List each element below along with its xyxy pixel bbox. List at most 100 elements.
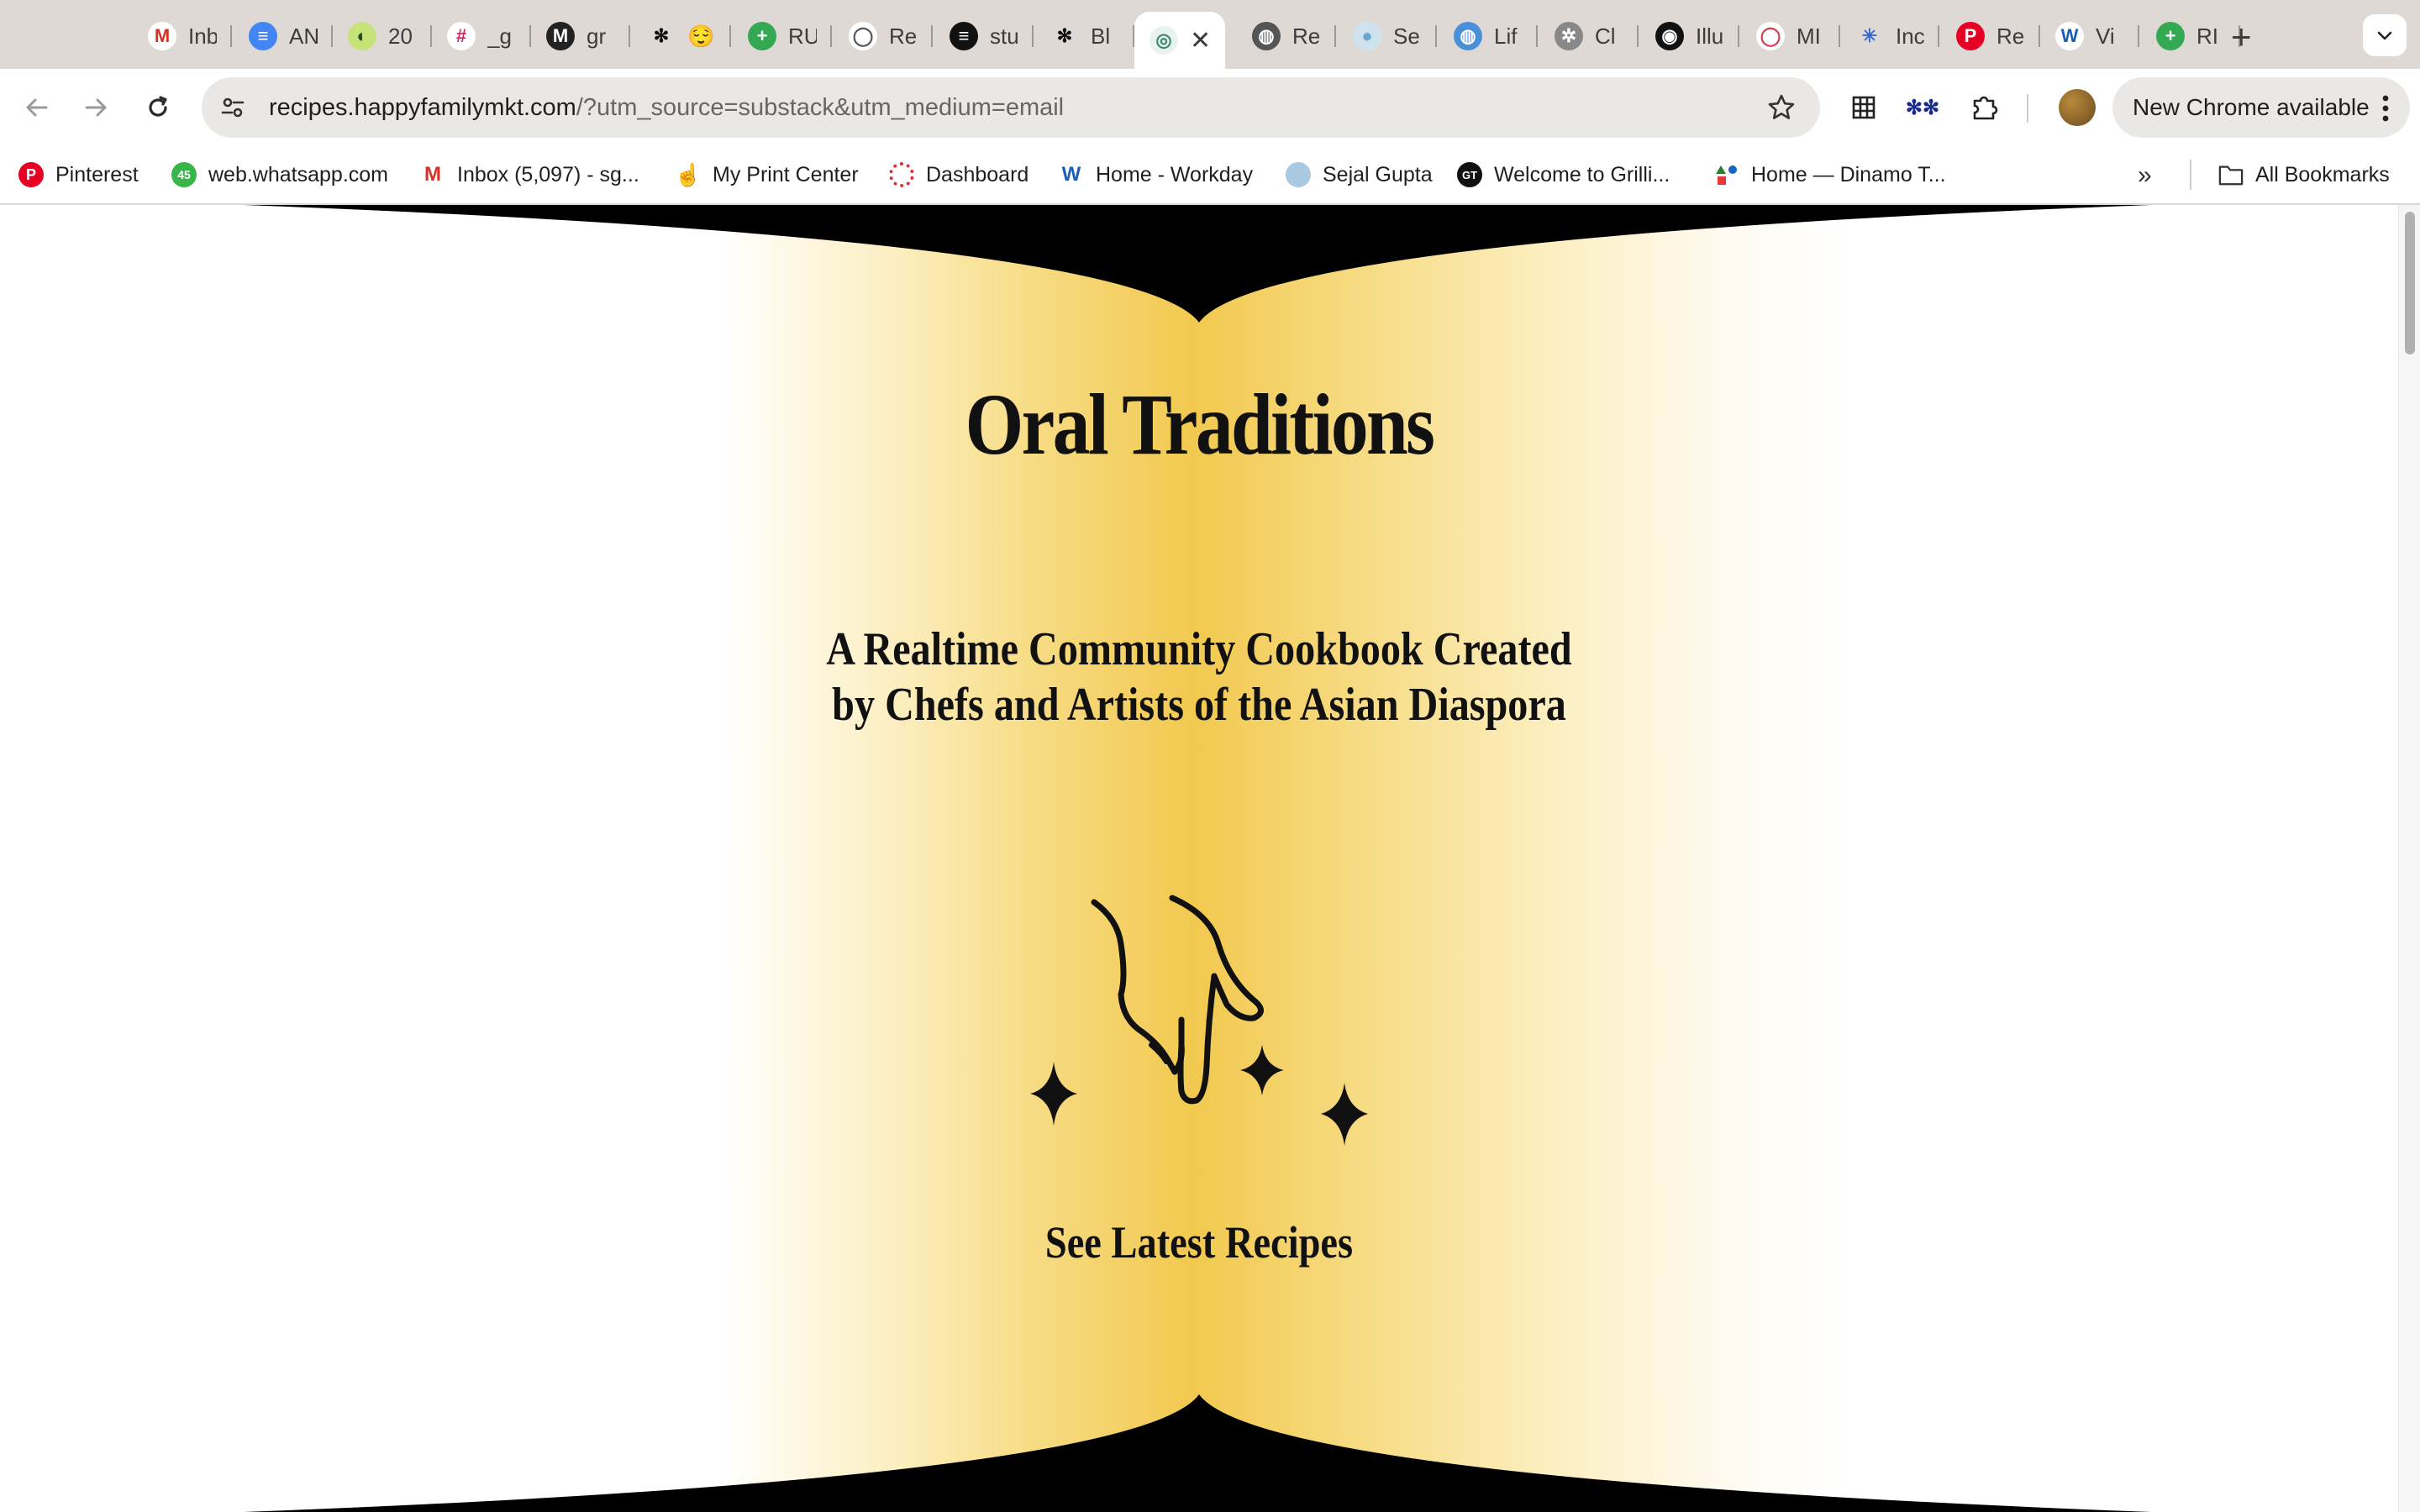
tab-title: Bl (1091, 23, 1111, 49)
tab-title: Se (1393, 23, 1420, 49)
reload-icon (149, 96, 167, 117)
tab-title: Vi (2096, 23, 2115, 49)
pointing-hand-with-sparkles-icon[interactable] (1017, 894, 1378, 1179)
web-page: Oral Traditions A Realtime Community Coo… (0, 205, 2398, 1512)
gt-logo-icon: GT (1457, 162, 1482, 187)
sparkle-icon (1321, 1083, 1368, 1146)
site-info-button[interactable] (213, 88, 252, 127)
sparkle-icon (1030, 1062, 1077, 1126)
tab-search-button[interactable] (2363, 14, 2407, 56)
tab[interactable]: ◍ Re (1237, 12, 1336, 60)
bookmark-item[interactable]: GT Welcome to Grilli... (1457, 158, 1670, 192)
bookmark-item[interactable]: M Inbox (5,097) - sg... (420, 158, 639, 192)
grid-icon (1852, 96, 1876, 119)
reload-button[interactable] (138, 87, 178, 128)
extensions-button[interactable] (1968, 91, 2002, 124)
toolbar-divider (2027, 94, 2028, 123)
tab-title: Inb (188, 23, 217, 49)
tab-title: Inc (1896, 23, 1924, 49)
green-circle-icon: ◐ (348, 22, 376, 50)
bookmark-item[interactable]: Dashboard (889, 158, 1028, 192)
new-tab-button[interactable]: + (2231, 17, 2252, 57)
scrollbar-thumb[interactable] (2405, 212, 2415, 354)
tab-title: Illu (1696, 23, 1724, 49)
url-host: recipes.happyfamilymkt.com (269, 93, 576, 121)
page-subtitle: A Realtime Community Cookbook Created by… (168, 622, 2230, 732)
tab[interactable]: W Vi (2040, 12, 2139, 60)
close-tab-icon[interactable]: ✕ (1190, 26, 1211, 55)
tab-strip: M Inb ≡ AN ◐ 20 # _g Mgr ✻ 😌 + RU ◯ Re ≡ stu ✻ Bl ◎ ✕ ◍ Re ● Se ◍… (0, 0, 2420, 69)
tab-title: Re (1292, 23, 1321, 49)
url-text[interactable]: recipes.happyfamilymkt.com/?utm_source=s… (269, 94, 1064, 122)
tab[interactable]: ◍ Lif (1439, 12, 1538, 60)
tab[interactable]: # _g (432, 12, 531, 60)
asterisk-extension-icon[interactable]: ✻✻ (1906, 91, 1939, 124)
bookmark-label: Inbox (5,097) - sg... (457, 162, 639, 186)
tab-title: 😌 (687, 23, 715, 49)
tab-title: RU (788, 23, 817, 49)
tab-separator (1938, 25, 1939, 47)
workday-icon: W (1059, 162, 1084, 187)
tab[interactable]: ✻ 😌 (632, 12, 731, 60)
red-wheel-icon (889, 162, 914, 187)
bookmark-item[interactable]: W Home - Workday (1059, 158, 1253, 192)
bookmark-item[interactable]: ☝ My Print Center (675, 158, 859, 192)
blue-dot-icon: ● (1353, 22, 1381, 50)
bookmark-label: Pinterest (55, 162, 139, 186)
tab[interactable]: + RU (733, 12, 832, 60)
black-square-icon: ≡ (950, 22, 978, 50)
tab[interactable]: + RI (2141, 12, 2240, 60)
browser-toolbar: recipes.happyfamilymkt.com/?utm_source=s… (0, 69, 2420, 146)
tab[interactable]: P Re (1941, 12, 2040, 60)
tab[interactable]: ◉ Illu (1640, 12, 1739, 60)
tab-active[interactable]: ◎ ✕ (1134, 12, 1225, 69)
tab-separator (1536, 25, 1538, 47)
ring-icon: ◯ (1756, 22, 1785, 50)
all-bookmarks-label: All Bookmarks (2255, 162, 2390, 186)
tab[interactable]: ● Se (1338, 12, 1437, 60)
bookmark-item[interactable]: 45 web.whatsapp.com (171, 158, 388, 192)
update-label: New Chrome available (2133, 94, 2370, 120)
tab-separator (1334, 25, 1336, 47)
more-bookmarks-icon[interactable]: » (2138, 161, 2152, 190)
address-bar[interactable]: recipes.happyfamilymkt.com/?utm_source=s… (202, 77, 1820, 138)
tab-title: stu (990, 23, 1018, 49)
tab-title: RI (2196, 23, 2218, 49)
tab[interactable]: Mgr (531, 12, 630, 60)
star-icon (1768, 94, 1795, 119)
tab[interactable]: M Inb (133, 12, 232, 60)
arrow-right-icon (85, 98, 107, 117)
subtitle-line: by Chefs and Artists of the Asian Diaspo… (832, 679, 1566, 731)
bookmark-item[interactable]: P Pinterest (18, 158, 139, 192)
profile-avatar[interactable] (2059, 89, 2096, 126)
forward-button[interactable] (76, 87, 116, 128)
see-latest-recipes-link[interactable]: See Latest Recipes (168, 1216, 2230, 1268)
shapes-icon (1714, 162, 1739, 187)
page-scrollbar[interactable] (2398, 205, 2420, 1512)
tab[interactable]: ◐ 20 (333, 12, 432, 60)
back-button[interactable] (17, 87, 57, 128)
bookmark-star-button[interactable] (1766, 92, 1797, 127)
bookmark-item[interactable]: Home — Dinamo T... (1714, 158, 1946, 192)
tab-separator (830, 25, 832, 47)
tab[interactable]: ≡ stu (934, 12, 1034, 60)
tab-separator (1435, 25, 1437, 47)
tab[interactable]: ≡ AN (234, 12, 333, 60)
tab-title: Re (889, 23, 918, 49)
kebab-menu-icon[interactable] (2381, 94, 2390, 129)
pinterest-icon: P (1956, 22, 1985, 50)
tab-title: Re (1996, 23, 2025, 49)
tab[interactable]: ◯ MI (1741, 12, 1840, 60)
tab[interactable]: ✻ Bl (1035, 12, 1134, 60)
bookmark-item[interactable]: Sejal Gupta (1286, 158, 1433, 192)
sparkle-icon: ✳ (1861, 25, 1878, 46)
all-bookmarks-button[interactable]: All Bookmarks (2218, 158, 2390, 192)
extension-grid-button[interactable] (1847, 91, 1881, 124)
chrome-update-button[interactable]: New Chrome available (2112, 77, 2410, 138)
whatsapp-icon: 45 (171, 162, 197, 187)
tab[interactable]: ✳ Inc (1840, 12, 1939, 60)
tab[interactable]: ✲ Cl (1539, 12, 1639, 60)
gear-logo-icon: ✲ (1555, 22, 1583, 50)
chevron-down-icon (2377, 31, 2392, 40)
tab[interactable]: ◯ Re (834, 12, 933, 60)
